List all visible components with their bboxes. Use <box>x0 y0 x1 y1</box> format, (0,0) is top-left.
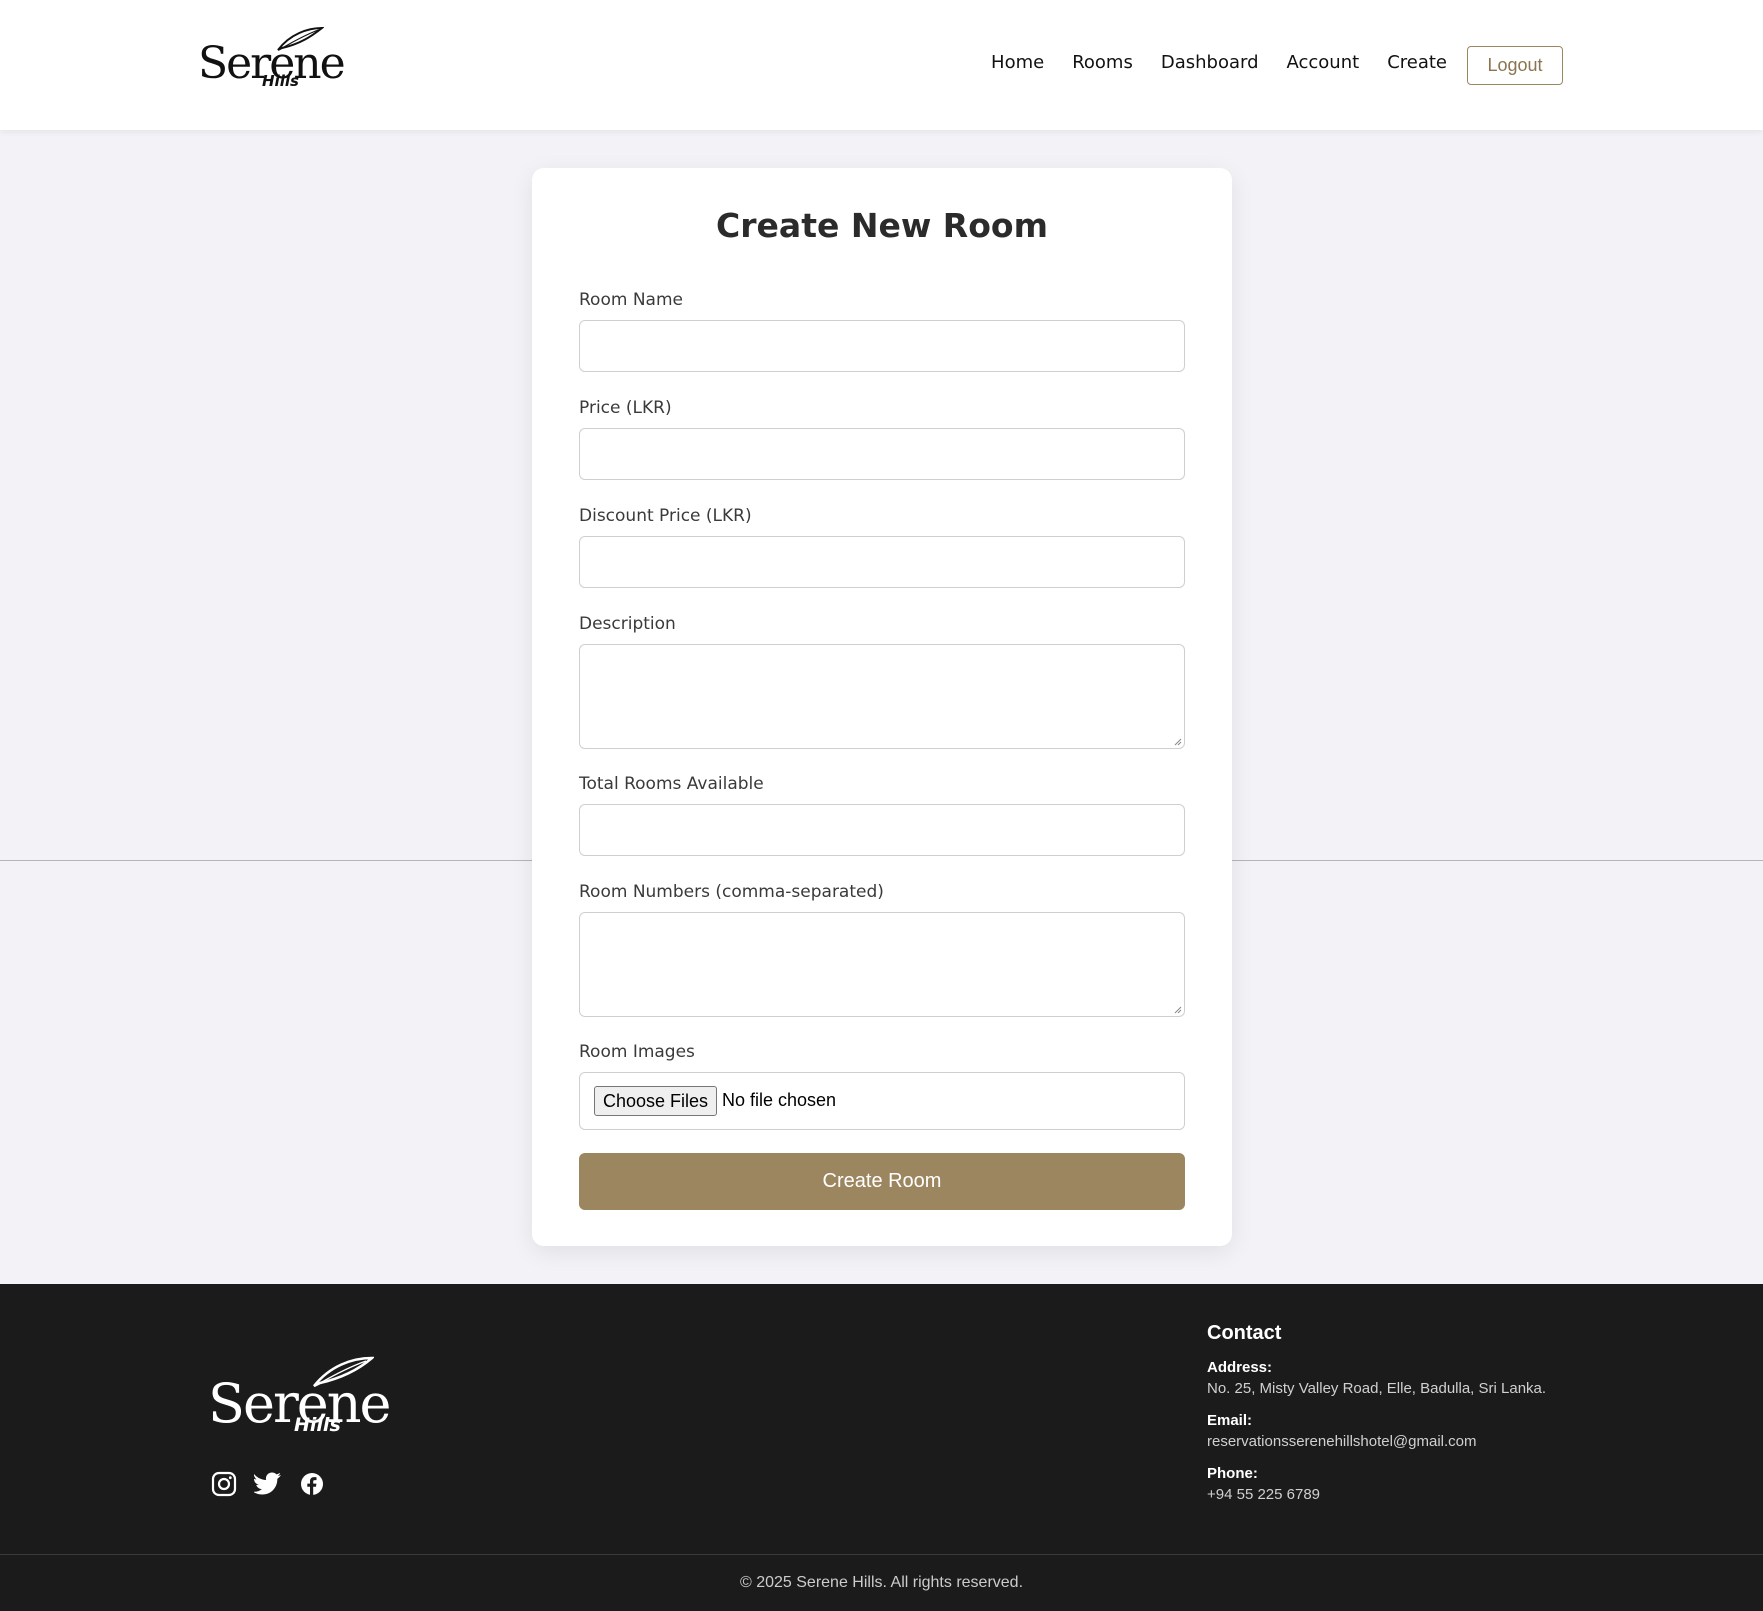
instagram-icon[interactable] <box>210 1470 238 1498</box>
price-input[interactable] <box>579 428 1185 480</box>
footer-logo[interactable]: Serene Hills <box>208 1356 391 1446</box>
brand-sub: Hills <box>262 72 299 90</box>
create-room-card: Create New Room Room Name Price (LKR) Di… <box>532 168 1232 1246</box>
room-images-label: Room Images <box>579 1042 695 1062</box>
description-label: Description <box>579 614 676 634</box>
copyright-text: © 2025 Serene Hills. All rights reserved… <box>739 1574 1024 1591</box>
footer-brand-sub: Hills <box>294 1414 341 1436</box>
total-rooms-input[interactable] <box>579 804 1185 856</box>
phone-label: Phone: <box>1207 1465 1258 1482</box>
brand-logo[interactable]: Serene Hills <box>198 24 346 94</box>
nav-home[interactable]: Home <box>991 52 1044 73</box>
file-status: No file chosen <box>722 1090 837 1110</box>
nav-create[interactable]: Create <box>1387 52 1447 73</box>
nav-dashboard[interactable]: Dashboard <box>1161 52 1259 73</box>
facebook-icon[interactable] <box>298 1470 326 1498</box>
create-room-button[interactable]: Create Room <box>579 1153 1185 1210</box>
site-header: Serene Hills Home Rooms Dashboard Accoun… <box>0 0 1763 130</box>
address-value: No. 25, Misty Valley Road, Elle, Badulla… <box>1207 1380 1547 1397</box>
address-label: Address: <box>1207 1359 1273 1376</box>
page-title: Create New Room <box>716 206 1048 245</box>
email-value[interactable]: reservationsserenehillshotel@gmail.com <box>1207 1433 1546 1450</box>
room-numbers-label: Room Numbers (comma-separated) <box>579 882 884 902</box>
discount-price-input[interactable] <box>579 536 1185 588</box>
email-label: Email: <box>1207 1412 1253 1429</box>
room-images-file-input[interactable]: Choose Files No file chosen <box>579 1072 1185 1130</box>
main-nav: Home Rooms Dashboard Account Create <box>991 52 1447 73</box>
nav-rooms[interactable]: Rooms <box>1072 52 1133 73</box>
contact-heading: Contact <box>1207 1322 1282 1344</box>
room-numbers-textarea[interactable] <box>579 912 1185 1017</box>
total-rooms-label: Total Rooms Available <box>579 774 764 794</box>
room-name-input[interactable] <box>579 320 1185 372</box>
social-links <box>210 1470 326 1498</box>
price-label: Price (LKR) <box>579 398 672 418</box>
phone-value[interactable]: +94 55 225 6789 <box>1207 1486 1546 1503</box>
room-name-label: Room Name <box>579 290 683 310</box>
logout-button[interactable]: Logout <box>1467 46 1563 85</box>
resize-grip-icon[interactable] <box>1173 737 1182 746</box>
nav-account[interactable]: Account <box>1287 52 1360 73</box>
twitter-icon[interactable] <box>254 1470 282 1498</box>
description-textarea[interactable] <box>579 644 1185 749</box>
discount-price-label: Discount Price (LKR) <box>579 506 752 526</box>
site-footer: Serene Hills Contact Address: No. 25, Mi… <box>0 1284 1763 1611</box>
footer-divider <box>0 1554 1763 1555</box>
choose-files-button[interactable]: Choose Files <box>594 1086 718 1116</box>
resize-grip-icon[interactable] <box>1173 1005 1182 1014</box>
contact-section: Contact Address: No. 25, Misty Valley Ro… <box>1207 1322 1546 1518</box>
